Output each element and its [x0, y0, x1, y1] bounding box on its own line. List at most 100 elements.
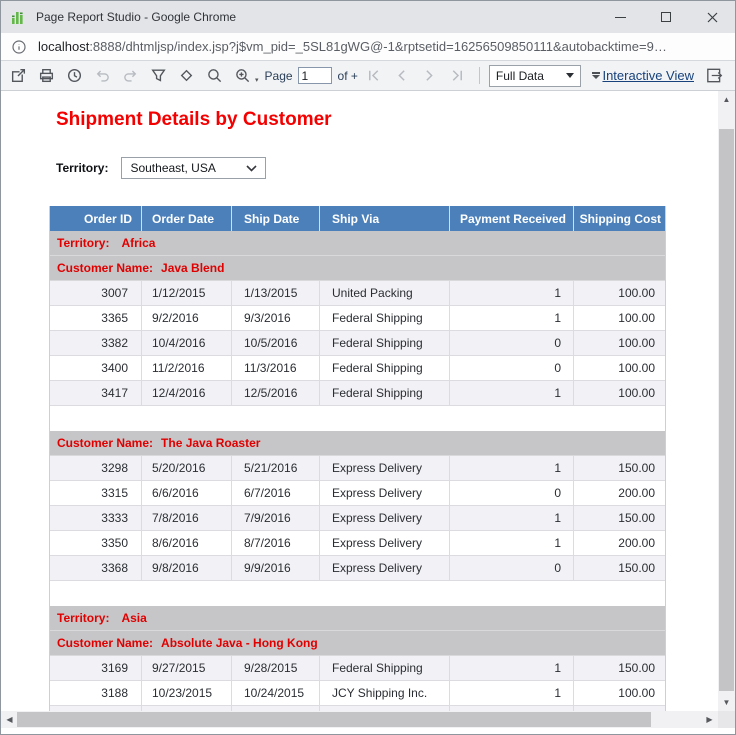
- last-page-button[interactable]: [449, 67, 467, 85]
- table-row: 3365 9/2/2016 9/3/2016 Federal Shipping 1 100…: [50, 306, 665, 331]
- diamond-icon: [180, 69, 192, 82]
- table-row: 3350 8/6/2016 8/7/2016 Express Delivery 1 200…: [50, 531, 665, 556]
- filter-icon: [150, 69, 166, 82]
- horizontal-scrollbar[interactable]: ◀ ▶: [1, 711, 718, 728]
- table-cell: 100.00: [573, 331, 665, 355]
- table-cell: 1: [449, 281, 573, 305]
- scroll-up-icon[interactable]: ▲: [718, 91, 735, 108]
- column-header: Payment Received: [449, 206, 573, 231]
- report-title: Shipment Details by Customer: [56, 109, 332, 130]
- go-interactive-button[interactable]: [705, 67, 723, 85]
- territory-band-label: Territory:: [57, 236, 110, 250]
- table-cell: 3350: [101, 536, 128, 550]
- territory-band: Territory: Asia: [50, 606, 665, 631]
- redo-button[interactable]: [121, 67, 139, 85]
- column-header: Ship Via: [319, 206, 449, 231]
- collapse-arrow-icon: [591, 75, 600, 79]
- history-button[interactable]: [65, 67, 83, 85]
- customer-band-value: Absolute Java - Hong Kong: [161, 636, 318, 650]
- column-header: Order ID: [83, 211, 132, 226]
- search-button[interactable]: [205, 67, 223, 85]
- table-cell: Federal Shipping: [319, 381, 449, 405]
- prev-page-button[interactable]: [393, 67, 411, 85]
- page-count-label: of +: [337, 68, 358, 83]
- page-number-input[interactable]: [297, 67, 332, 84]
- table-cell: 3298: [101, 461, 128, 475]
- table-cell: 7/9/2016: [231, 506, 319, 530]
- customer-band: Customer Name: The Java Roaster: [50, 431, 665, 456]
- vertical-scrollbar-thumb[interactable]: [719, 129, 734, 691]
- table-cell: Express Delivery: [319, 531, 449, 555]
- territory-select[interactable]: Southeast, USA: [121, 157, 267, 179]
- column-header: Shipping Cost: [573, 206, 665, 231]
- table-cell: Express Delivery: [319, 506, 449, 530]
- table-cell: 9/27/2015: [141, 656, 231, 680]
- table-cell: 200.00: [573, 481, 665, 505]
- zoom-button[interactable]: [233, 67, 251, 85]
- customer-band-value: Java Blend: [161, 261, 225, 275]
- table-cell: 1: [449, 506, 573, 530]
- vertical-scrollbar[interactable]: ▲ ▼: [718, 91, 735, 711]
- table-row: 3333 7/8/2016 7/9/2016 Express Delivery 1 150…: [50, 506, 665, 531]
- table-cell: 1: [449, 381, 573, 405]
- zoom-dropdown-caret-icon[interactable]: ▾: [255, 76, 259, 84]
- export-button[interactable]: [9, 67, 27, 85]
- collapse-toolbar-button[interactable]: [589, 69, 603, 83]
- table-cell: 1/12/2015: [141, 281, 231, 305]
- app-chart-icon: [11, 9, 27, 25]
- table-cell: 0: [449, 356, 573, 380]
- territory-band-label: Territory:: [57, 611, 110, 625]
- print-button[interactable]: [37, 67, 55, 85]
- horizontal-scrollbar-thumb[interactable]: [17, 712, 651, 727]
- view-mode-select[interactable]: Full Data: [488, 64, 581, 87]
- table-cell: 100.00: [573, 681, 665, 705]
- interactive-view-link[interactable]: Interactive View: [602, 68, 694, 83]
- table-cell: 3333: [101, 511, 128, 525]
- scroll-down-icon[interactable]: ▼: [718, 694, 735, 711]
- table-row: 3382 10/4/2016 10/5/2016 Federal Shipping 0 1…: [50, 331, 665, 356]
- filter-button[interactable]: [149, 67, 167, 85]
- table-row: 3400 11/2/2016 11/3/2016 Federal Shipping 0 1…: [50, 356, 665, 381]
- table-row: 3298 5/20/2016 5/21/2016 Express Delivery 1 1…: [50, 456, 665, 481]
- scrollbar-corner: [718, 711, 735, 728]
- zoom-in-icon: [235, 69, 249, 83]
- url-host: localhost: [38, 39, 90, 54]
- window-title: Page Report Studio - Google Chrome: [36, 10, 237, 24]
- customer-band-value: The Java Roaster: [161, 436, 261, 450]
- table-cell: 12/4/2016: [141, 381, 231, 405]
- customer-band-label: Customer Name:: [57, 261, 154, 275]
- column-header: Ship Date: [231, 206, 319, 231]
- maximize-button[interactable]: [643, 1, 689, 33]
- url-rest: :8888/dhtmljsp/index.jsp?j$vm_pid=_5SL81…: [89, 39, 667, 54]
- customer-band-label: Customer Name:: [57, 636, 154, 650]
- undo-button[interactable]: [93, 67, 111, 85]
- table-cell: 150.00: [573, 506, 665, 530]
- close-button[interactable]: [689, 1, 735, 33]
- rotate-button[interactable]: [177, 67, 195, 85]
- address-bar[interactable]: localhost:8888/dhtmljsp/index.jsp?j$vm_p…: [1, 33, 735, 61]
- table-cell: 3169: [101, 661, 128, 675]
- customer-band: Customer Name: Absolute Java - Hong Kong: [50, 631, 665, 656]
- scroll-left-icon[interactable]: ◀: [1, 711, 18, 728]
- table-cell: 9/28/2015: [231, 656, 319, 680]
- minimize-button[interactable]: [597, 1, 643, 33]
- table-cell: 6/7/2016: [231, 481, 319, 505]
- table-cell: JCY Shipping Inc.: [319, 681, 449, 705]
- group-gap: [50, 581, 665, 606]
- table-cell: 11/2/2016: [141, 356, 231, 380]
- export-icon: [11, 68, 25, 83]
- table-cell: 1: [449, 681, 573, 705]
- table-row: 3169 9/27/2015 9/28/2015 Federal Shipping 1 1…: [50, 656, 665, 681]
- table-cell: 100.00: [573, 306, 665, 330]
- table-cell: 3400: [101, 361, 128, 375]
- table-row: 3368 9/8/2016 9/9/2016 Express Delivery 0 150…: [50, 556, 665, 581]
- next-page-button[interactable]: [421, 67, 439, 85]
- report-toolbar: ▾ Page of + Full Data Interactive View: [1, 61, 735, 91]
- table-cell: 12/5/2016: [231, 381, 319, 405]
- table-cell: 8/6/2016: [141, 531, 231, 555]
- table-cell: 0: [449, 331, 573, 355]
- table-cell: 1: [449, 656, 573, 680]
- scroll-right-icon[interactable]: ▶: [701, 711, 718, 728]
- table-cell: 100.00: [573, 281, 665, 305]
- first-page-button[interactable]: [365, 67, 383, 85]
